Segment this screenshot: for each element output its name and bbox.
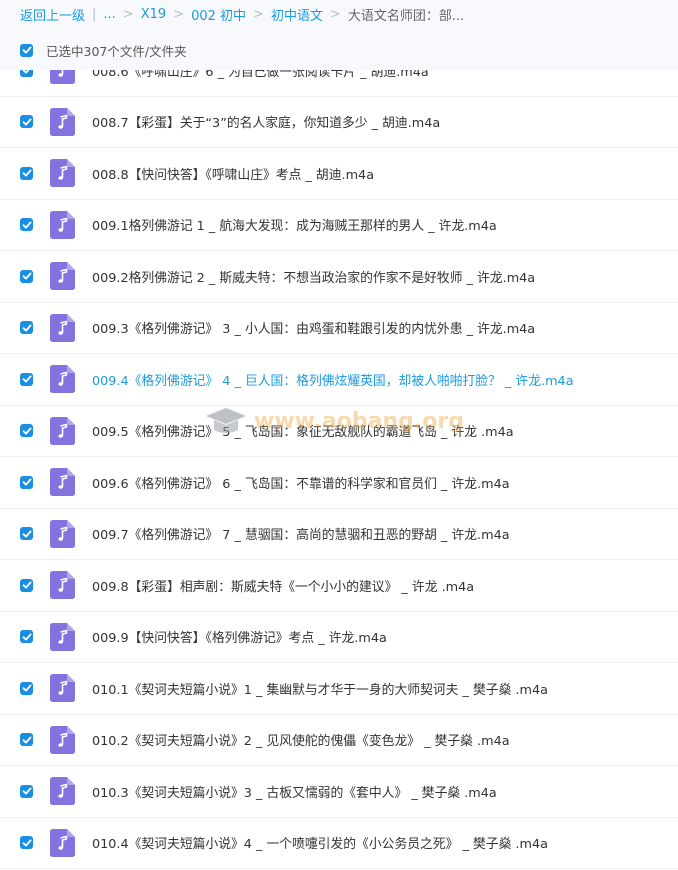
checkmark-icon bbox=[22, 787, 31, 795]
breadcrumb-link[interactable]: 002 初中 bbox=[191, 5, 246, 24]
file-checkbox[interactable] bbox=[20, 115, 33, 129]
file-row[interactable]: 009.4《格列佛游记》 4 _ 巨人国：格列佛炫耀英国，却被人啪啪打脸？ _ … bbox=[0, 354, 678, 406]
audio-file-icon bbox=[50, 674, 75, 703]
file-checkbox[interactable] bbox=[20, 372, 33, 386]
file-checkbox[interactable] bbox=[20, 424, 33, 438]
audio-file-icon bbox=[50, 70, 75, 85]
breadcrumb-link[interactable]: 初中语文 bbox=[271, 5, 323, 24]
checkmark-icon bbox=[22, 375, 31, 383]
file-row[interactable]: 009.6《格列佛游记》 6 _ 飞岛国：不靠谱的科学家和官员们 _ 许龙.m4… bbox=[0, 457, 678, 509]
checkmark-icon bbox=[22, 530, 31, 538]
file-name[interactable]: 009.7《格列佛游记》 7 _ 慧骃国：高尚的慧骃和丑恶的野胡 _ 许龙.m4… bbox=[92, 524, 510, 543]
checkmark-icon bbox=[22, 324, 31, 332]
file-row[interactable]: 009.9【快问快答】《格列佛游记》考点 _ 许龙.m4a bbox=[0, 611, 678, 663]
audio-file-icon bbox=[50, 416, 75, 445]
file-checkbox[interactable] bbox=[20, 630, 33, 644]
file-name[interactable]: 009.4《格列佛游记》 4 _ 巨人国：格列佛炫耀英国，却被人啪啪打脸？ _ … bbox=[92, 370, 574, 389]
selection-count-label: 已选中307个文件/文件夹 bbox=[46, 43, 187, 59]
breadcrumb-link[interactable]: X19 bbox=[141, 7, 166, 22]
audio-file-icon bbox=[50, 313, 75, 342]
file-name[interactable]: 010.3《契诃夫短篇小说》3 _ 古板又懦弱的《套中人》 _ 樊子燊 .m4a bbox=[92, 782, 497, 801]
file-name[interactable]: 009.6《格列佛游记》 6 _ 飞岛国：不靠谱的科学家和官员们 _ 许龙.m4… bbox=[92, 473, 510, 492]
checkmark-icon bbox=[22, 478, 31, 486]
checkmark-icon bbox=[22, 221, 31, 229]
file-row[interactable]: 010.3《契诃夫短篇小说》3 _ 古板又懦弱的《套中人》 _ 樊子燊 .m4a bbox=[0, 766, 678, 818]
checkmark-icon bbox=[22, 272, 31, 280]
file-name[interactable]: 009.1格列佛游记 1 _ 航海大发现：成为海贼王那样的男人 _ 许龙.m4a bbox=[92, 215, 497, 234]
checkmark-icon bbox=[22, 633, 31, 641]
file-checkbox[interactable] bbox=[20, 733, 33, 747]
file-checkbox[interactable] bbox=[20, 218, 33, 232]
checkmark-icon bbox=[22, 118, 31, 126]
audio-file-icon bbox=[50, 262, 75, 291]
audio-file-icon bbox=[50, 519, 75, 548]
file-checkbox[interactable] bbox=[20, 681, 33, 695]
breadcrumb-separator: > bbox=[122, 6, 134, 22]
file-name[interactable]: 008.6《呼啸山庄》6 _ 为自己做一张阅读卡片 _ 胡迪.m4a bbox=[92, 70, 429, 80]
breadcrumb: 返回上一级 |... > X19 >002 初中 > 初中语文 > 大语文名师团：部... bbox=[0, 0, 678, 28]
checkmark-icon bbox=[22, 427, 31, 435]
file-name[interactable]: 008.8【快问快答】《呼啸山庄》考点 _ 胡迪.m4a bbox=[92, 164, 374, 183]
audio-file-icon bbox=[50, 210, 75, 239]
file-checkbox[interactable] bbox=[20, 321, 33, 335]
checkmark-icon bbox=[22, 169, 31, 177]
breadcrumb-link[interactable]: ... bbox=[103, 7, 115, 22]
checkmark-icon bbox=[22, 839, 31, 847]
file-row[interactable]: 009.2格列佛游记 2 _ 斯威夫特：不想当政治家的作家不是好牧师 _ 许龙.… bbox=[0, 251, 678, 303]
checkmark-icon bbox=[22, 736, 31, 744]
checkmark-icon bbox=[22, 70, 30, 74]
file-checkbox[interactable] bbox=[20, 269, 33, 283]
breadcrumb-separator: > bbox=[253, 6, 264, 22]
file-name[interactable]: 010.4《契诃夫短篇小说》4 _ 一个喷嚏引发的《小公务员之死》 _ 樊子燊 … bbox=[92, 833, 548, 852]
file-checkbox[interactable] bbox=[20, 527, 33, 541]
audio-file-icon bbox=[50, 468, 75, 497]
file-row[interactable]: 010.2《契诃夫短篇小说》2 _ 见风使舵的傀儡《变色龙》 _ 樊子燊 .m4… bbox=[0, 714, 678, 766]
file-row[interactable]: 010.1《契诃夫短篇小说》1 _ 集幽默与才华于一身的大师契诃夫 _ 樊子燊 … bbox=[0, 663, 678, 715]
audio-file-icon bbox=[50, 365, 75, 394]
file-name[interactable]: 008.7【彩蛋】关于“3”的名人家庭，你知道多少 _ 胡迪.m4a bbox=[92, 112, 440, 131]
file-checkbox[interactable] bbox=[20, 475, 33, 489]
file-checkbox[interactable] bbox=[20, 70, 33, 77]
file-name[interactable]: 010.1《契诃夫短篇小说》1 _ 集幽默与才华于一身的大师契诃夫 _ 樊子燊 … bbox=[92, 679, 548, 698]
breadcrumb-current: 大语文名师团：部... bbox=[347, 8, 465, 24]
audio-file-icon bbox=[50, 107, 75, 136]
file-checkbox[interactable] bbox=[20, 166, 33, 180]
file-row[interactable]: 008.7【彩蛋】关于“3”的名人家庭，你知道多少 _ 胡迪.m4a bbox=[0, 96, 678, 148]
file-checkbox[interactable] bbox=[20, 578, 33, 592]
file-row[interactable]: 009.3《格列佛游记》 3 _ 小人国：由鸡蛋和鞋跟引发的内忧外患 _ 许龙.… bbox=[0, 302, 678, 354]
back-link[interactable]: 返回上一级 bbox=[20, 5, 85, 24]
file-name[interactable]: 009.3《格列佛游记》 3 _ 小人国：由鸡蛋和鞋跟引发的内忧外患 _ 许龙.… bbox=[92, 318, 535, 337]
audio-file-icon bbox=[50, 828, 75, 857]
file-checkbox[interactable] bbox=[20, 784, 33, 798]
breadcrumb-separator: > bbox=[329, 6, 341, 22]
file-name[interactable]: 009.5《格列佛游记》 5 _ 飞岛国：象征无敌舰队的霸道飞岛 _ 许龙 .m… bbox=[92, 421, 514, 440]
breadcrumb-separator: | bbox=[92, 6, 97, 22]
checkmark-icon bbox=[22, 581, 31, 589]
checkmark-icon bbox=[22, 46, 31, 54]
file-name[interactable]: 009.8【彩蛋】相声剧：斯威夫特《一个小小的建议》 _ 许龙 .m4a bbox=[92, 576, 474, 595]
file-row[interactable]: 009.5《格列佛游记》 5 _ 飞岛国：象征无敌舰队的霸道飞岛 _ 许龙 .m… bbox=[0, 405, 678, 457]
checkmark-icon bbox=[22, 684, 31, 692]
file-name[interactable]: 009.2格列佛游记 2 _ 斯威夫特：不想当政治家的作家不是好牧师 _ 许龙.… bbox=[92, 267, 535, 286]
file-row[interactable]: 009.8【彩蛋】相声剧：斯威夫特《一个小小的建议》 _ 许龙 .m4a bbox=[0, 560, 678, 612]
audio-file-icon bbox=[50, 777, 75, 806]
file-row[interactable]: 009.1格列佛游记 1 _ 航海大发现：成为海贼王那样的男人 _ 许龙.m4a bbox=[0, 199, 678, 251]
file-row[interactable]: 008.6《呼啸山庄》6 _ 为自己做一张阅读卡片 _ 胡迪.m4a bbox=[0, 70, 678, 97]
file-checkbox[interactable] bbox=[20, 836, 33, 850]
file-list[interactable]: 008.6《呼啸山庄》6 _ 为自己做一张阅读卡片 _ 胡迪.m4a 008.7【… bbox=[0, 70, 678, 870]
selection-bar: 已选中307个文件/文件夹 bbox=[0, 32, 678, 68]
file-row[interactable]: 010.4《契诃夫短篇小说》4 _ 一个喷嚏引发的《小公务员之死》 _ 樊子燊 … bbox=[0, 817, 678, 869]
file-name[interactable]: 009.9【快问快答】《格列佛游记》考点 _ 许龙.m4a bbox=[92, 627, 387, 646]
audio-file-icon bbox=[50, 159, 75, 188]
breadcrumb-separator: > bbox=[173, 6, 185, 22]
audio-file-icon bbox=[50, 622, 75, 651]
file-row[interactable]: 009.7《格列佛游记》 7 _ 慧骃国：高尚的慧骃和丑恶的野胡 _ 许龙.m4… bbox=[0, 508, 678, 560]
audio-file-icon bbox=[50, 571, 75, 600]
audio-file-icon bbox=[50, 725, 75, 754]
file-row[interactable]: 008.8【快问快答】《呼啸山庄》考点 _ 胡迪.m4a bbox=[0, 148, 678, 200]
select-all-checkbox[interactable] bbox=[20, 43, 33, 57]
file-name[interactable]: 010.2《契诃夫短篇小说》2 _ 见风使舵的傀儡《变色龙》 _ 樊子燊 .m4… bbox=[92, 730, 510, 749]
